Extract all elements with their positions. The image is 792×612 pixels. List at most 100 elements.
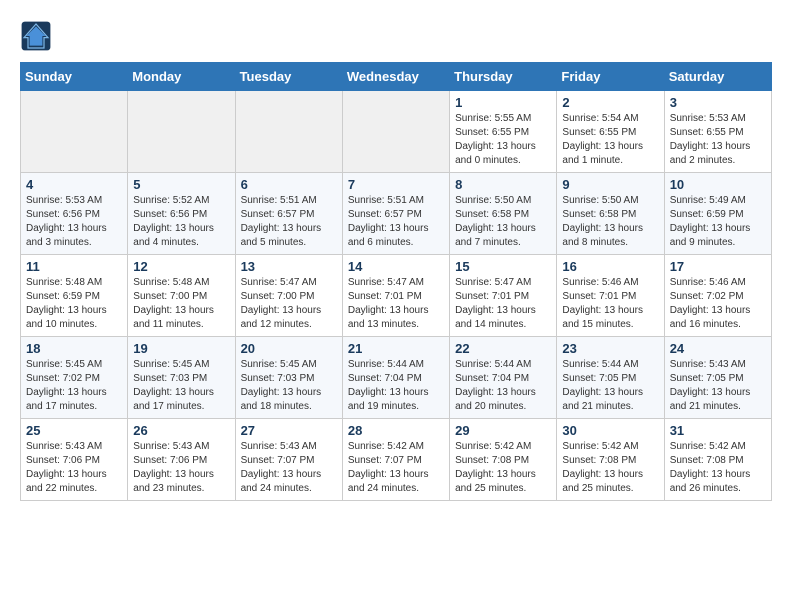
day-info: Sunrise: 5:51 AM Sunset: 6:57 PM Dayligh… (241, 194, 337, 250)
calendar-body: 1Sunrise: 5:55 AM Sunset: 6:55 PM Daylig… (21, 91, 772, 501)
day-number: 18 (26, 341, 122, 356)
day-number: 30 (562, 423, 658, 438)
calendar-cell: 28Sunrise: 5:42 AM Sunset: 7:07 PM Dayli… (342, 419, 449, 501)
calendar-cell: 6 Sunrise: 5:51 AM Sunset: 6:57 PM Daylig… (235, 173, 342, 255)
day-info: Sunrise: 5:43 AM Sunset: 7:06 PM Dayligh… (133, 440, 229, 496)
calendar-cell: 31 Sunrise: 5:42 AM Sunset: 7:08 PM Dayli… (664, 419, 771, 501)
day-info: Sunrise: 5:49 AM Sunset: 6:59 PM Dayligh… (670, 194, 766, 250)
calendar-cell: 29Sunrise: 5:42 AM Sunset: 7:08 PM Dayli… (450, 419, 557, 501)
day-info: Sunrise: 5:50 AM Sunset: 6:58 PM Dayligh… (455, 194, 551, 250)
calendar-cell: 16 Sunrise: 5:46 AM Sunset: 7:01 PM Dayli… (557, 255, 664, 337)
weekday-header-saturday: Saturday (664, 63, 771, 91)
calendar-cell (128, 91, 235, 173)
weekday-header-friday: Friday (557, 63, 664, 91)
day-info: Sunrise: 5:44 AM Sunset: 7:05 PM Dayligh… (562, 358, 658, 414)
calendar-cell: 27Sunrise: 5:43 AM Sunset: 7:07 PM Dayli… (235, 419, 342, 501)
day-number: 28 (348, 423, 444, 438)
day-info: Sunrise: 5:47 AM Sunset: 7:00 PM Dayligh… (241, 276, 337, 332)
calendar-week-3: 11 Sunrise: 5:48 AM Sunset: 6:59 PM Dayli… (21, 255, 772, 337)
calendar-cell: 7Sunrise: 5:51 AM Sunset: 6:57 PM Daylig… (342, 173, 449, 255)
calendar-cell: 3 Sunrise: 5:53 AM Sunset: 6:55 PM Daylig… (664, 91, 771, 173)
day-number: 3 (670, 95, 766, 110)
calendar-cell: 8Sunrise: 5:50 AM Sunset: 6:58 PM Daylig… (450, 173, 557, 255)
calendar-cell: 23 Sunrise: 5:44 AM Sunset: 7:05 PM Dayli… (557, 337, 664, 419)
day-info: Sunrise: 5:43 AM Sunset: 7:07 PM Dayligh… (241, 440, 337, 496)
day-number: 26 (133, 423, 229, 438)
calendar-cell: 15 Sunrise: 5:47 AM Sunset: 7:01 PM Dayli… (450, 255, 557, 337)
day-info: Sunrise: 5:45 AM Sunset: 7:03 PM Dayligh… (133, 358, 229, 414)
day-number: 4 (26, 177, 122, 192)
calendar-table: SundayMondayTuesdayWednesdayThursdayFrid… (20, 62, 772, 501)
calendar-cell (342, 91, 449, 173)
day-number: 23 (562, 341, 658, 356)
calendar-cell: 25 Sunrise: 5:43 AM Sunset: 7:06 PM Dayli… (21, 419, 128, 501)
day-number: 19 (133, 341, 229, 356)
day-number: 15 (455, 259, 551, 274)
weekday-header-thursday: Thursday (450, 63, 557, 91)
day-info: Sunrise: 5:52 AM Sunset: 6:56 PM Dayligh… (133, 194, 229, 250)
calendar-cell: 20Sunrise: 5:45 AM Sunset: 7:03 PM Dayli… (235, 337, 342, 419)
day-info: Sunrise: 5:47 AM Sunset: 7:01 PM Dayligh… (455, 276, 551, 332)
calendar-cell: 13 Sunrise: 5:47 AM Sunset: 7:00 PM Dayli… (235, 255, 342, 337)
day-number: 2 (562, 95, 658, 110)
day-info: Sunrise: 5:48 AM Sunset: 7:00 PM Dayligh… (133, 276, 229, 332)
day-info: Sunrise: 5:42 AM Sunset: 7:08 PM Dayligh… (562, 440, 658, 496)
day-number: 5 (133, 177, 229, 192)
day-number: 13 (241, 259, 337, 274)
calendar-cell: 2 Sunrise: 5:54 AM Sunset: 6:55 PM Daylig… (557, 91, 664, 173)
day-number: 17 (670, 259, 766, 274)
day-number: 9 (562, 177, 658, 192)
calendar-week-2: 4 Sunrise: 5:53 AM Sunset: 6:56 PM Daylig… (21, 173, 772, 255)
day-number: 22 (455, 341, 551, 356)
calendar-cell (21, 91, 128, 173)
day-number: 31 (670, 423, 766, 438)
weekday-header-sunday: Sunday (21, 63, 128, 91)
calendar-cell: 19 Sunrise: 5:45 AM Sunset: 7:03 PM Dayli… (128, 337, 235, 419)
day-number: 20 (241, 341, 337, 356)
weekday-header-wednesday: Wednesday (342, 63, 449, 91)
weekday-row: SundayMondayTuesdayWednesdayThursdayFrid… (21, 63, 772, 91)
day-number: 14 (348, 259, 444, 274)
day-info: Sunrise: 5:43 AM Sunset: 7:06 PM Dayligh… (26, 440, 122, 496)
logo-icon (20, 20, 52, 52)
calendar-cell: 14 Sunrise: 5:47 AM Sunset: 7:01 PM Dayli… (342, 255, 449, 337)
calendar-cell: 11 Sunrise: 5:48 AM Sunset: 6:59 PM Dayli… (21, 255, 128, 337)
day-number: 16 (562, 259, 658, 274)
day-info: Sunrise: 5:53 AM Sunset: 6:56 PM Dayligh… (26, 194, 122, 250)
calendar-week-1: 1Sunrise: 5:55 AM Sunset: 6:55 PM Daylig… (21, 91, 772, 173)
day-info: Sunrise: 5:46 AM Sunset: 7:01 PM Dayligh… (562, 276, 658, 332)
day-info: Sunrise: 5:53 AM Sunset: 6:55 PM Dayligh… (670, 112, 766, 168)
day-info: Sunrise: 5:46 AM Sunset: 7:02 PM Dayligh… (670, 276, 766, 332)
day-number: 7 (348, 177, 444, 192)
calendar-cell: 5 Sunrise: 5:52 AM Sunset: 6:56 PM Daylig… (128, 173, 235, 255)
day-number: 24 (670, 341, 766, 356)
day-info: Sunrise: 5:47 AM Sunset: 7:01 PM Dayligh… (348, 276, 444, 332)
day-info: Sunrise: 5:48 AM Sunset: 6:59 PM Dayligh… (26, 276, 122, 332)
calendar-cell: 9 Sunrise: 5:50 AM Sunset: 6:58 PM Daylig… (557, 173, 664, 255)
day-info: Sunrise: 5:50 AM Sunset: 6:58 PM Dayligh… (562, 194, 658, 250)
day-info: Sunrise: 5:42 AM Sunset: 7:08 PM Dayligh… (670, 440, 766, 496)
weekday-header-tuesday: Tuesday (235, 63, 342, 91)
day-info: Sunrise: 5:54 AM Sunset: 6:55 PM Dayligh… (562, 112, 658, 168)
calendar-cell: 30 Sunrise: 5:42 AM Sunset: 7:08 PM Dayli… (557, 419, 664, 501)
day-number: 10 (670, 177, 766, 192)
day-number: 21 (348, 341, 444, 356)
day-info: Sunrise: 5:44 AM Sunset: 7:04 PM Dayligh… (348, 358, 444, 414)
calendar-week-4: 18 Sunrise: 5:45 AM Sunset: 7:02 PM Dayli… (21, 337, 772, 419)
day-number: 25 (26, 423, 122, 438)
page-header (20, 20, 772, 52)
calendar-cell: 24Sunrise: 5:43 AM Sunset: 7:05 PM Dayli… (664, 337, 771, 419)
calendar-week-5: 25 Sunrise: 5:43 AM Sunset: 7:06 PM Dayli… (21, 419, 772, 501)
calendar-cell: 21 Sunrise: 5:44 AM Sunset: 7:04 PM Dayli… (342, 337, 449, 419)
calendar-cell: 1Sunrise: 5:55 AM Sunset: 6:55 PM Daylig… (450, 91, 557, 173)
day-number: 11 (26, 259, 122, 274)
calendar-cell: 18 Sunrise: 5:45 AM Sunset: 7:02 PM Dayli… (21, 337, 128, 419)
calendar-cell: 4 Sunrise: 5:53 AM Sunset: 6:56 PM Daylig… (21, 173, 128, 255)
day-number: 6 (241, 177, 337, 192)
calendar-cell: 22 Sunrise: 5:44 AM Sunset: 7:04 PM Dayli… (450, 337, 557, 419)
day-info: Sunrise: 5:42 AM Sunset: 7:08 PM Dayligh… (455, 440, 551, 496)
calendar-cell: 17 Sunrise: 5:46 AM Sunset: 7:02 PM Dayli… (664, 255, 771, 337)
day-info: Sunrise: 5:45 AM Sunset: 7:02 PM Dayligh… (26, 358, 122, 414)
calendar-cell: 26 Sunrise: 5:43 AM Sunset: 7:06 PM Dayli… (128, 419, 235, 501)
day-info: Sunrise: 5:44 AM Sunset: 7:04 PM Dayligh… (455, 358, 551, 414)
